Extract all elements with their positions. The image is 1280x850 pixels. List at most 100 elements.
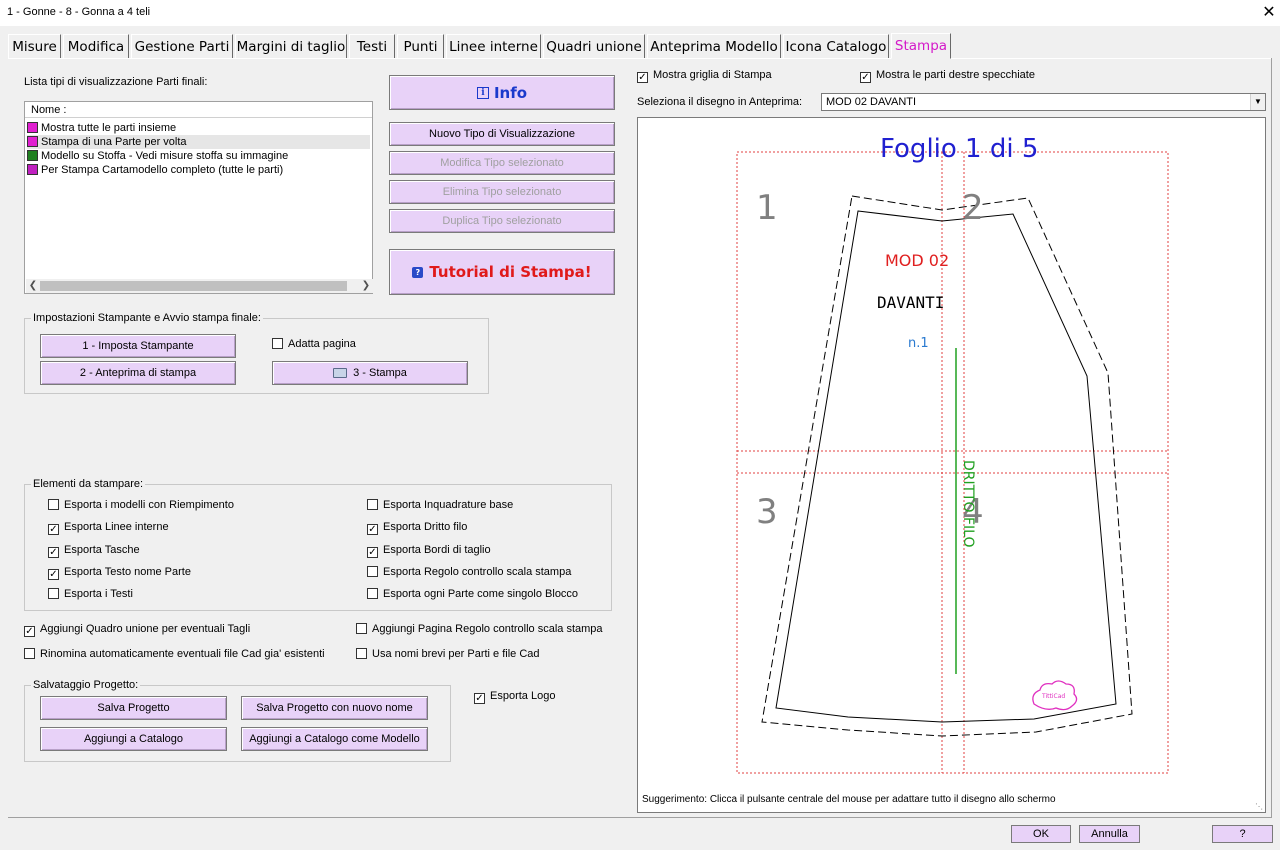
list-item-label: Stampa di una Parte per volta — [41, 136, 187, 148]
checkbox-box[interactable] — [48, 499, 59, 510]
checkbox-box[interactable] — [367, 565, 378, 577]
checkbox-box[interactable] — [272, 338, 283, 349]
view-types-list[interactable]: Nome : Mostra tutte le parti insieme Stam… — [24, 101, 373, 294]
print-element-checkbox[interactable]: ✓ Esporta Tasche — [48, 543, 140, 558]
group-title: Salvataggio Progetto: — [31, 679, 141, 691]
print-element-checkbox[interactable]: Esporta i modelli con Riempimento — [48, 498, 234, 512]
checkbox-label: Esporta Inquadrature base — [383, 499, 514, 511]
list-header[interactable]: Nome : — [25, 102, 372, 118]
tab-testi[interactable]: Testi — [349, 34, 395, 58]
checkbox-label: Aggiungi Quadro unione per eventuali Tag… — [40, 623, 251, 635]
checkbox-box[interactable]: ✓ — [474, 693, 485, 704]
duplicate-view-type-button[interactable]: Duplica Tipo selezionato — [389, 209, 615, 233]
short-names-checkbox[interactable]: Usa nomi brevi per Parti e file Cad — [356, 647, 540, 661]
chevron-down-icon[interactable]: ▼ — [1250, 94, 1265, 110]
print-element-checkbox[interactable]: Esporta Inquadrature base — [367, 498, 513, 512]
tab-linee-interne[interactable]: Linee interne — [446, 34, 541, 58]
group-title: Impostazioni Stampante e Avvio stampa fi… — [31, 312, 263, 324]
print-element-checkbox[interactable]: Esporta Regolo controllo scala stampa — [367, 565, 571, 579]
edit-view-type-button[interactable]: Modifica Tipo selezionato — [389, 151, 615, 175]
list-item[interactable]: Per Stampa Cartamodello completo (tutte … — [27, 163, 370, 177]
add-to-catalog-button[interactable]: Aggiungi a Catalogo — [40, 727, 227, 751]
print-element-checkbox[interactable]: Esporta ogni Parte come singolo Blocco — [367, 587, 578, 601]
checkbox-box[interactable]: ✓ — [367, 546, 378, 558]
list-item[interactable]: Mostra tutte le parti insieme — [27, 121, 370, 135]
resize-grip-icon[interactable]: ⋱ — [1255, 802, 1265, 812]
checkbox-box[interactable]: ✓ — [367, 524, 378, 536]
checkbox-label: Esporta Tasche — [64, 543, 140, 556]
help-button[interactable]: ? — [1212, 825, 1273, 843]
checkbox-label: Esporta Regolo controllo scala stampa — [383, 565, 572, 578]
checkbox-box[interactable] — [367, 499, 378, 510]
title-bar: 1 - Gonne - 8 - Gonna a 4 teli ✕ — [0, 0, 1280, 26]
checkbox-box[interactable] — [48, 588, 59, 600]
add-to-catalog-as-model-button[interactable]: Aggiungi a Catalogo come Modello — [241, 727, 428, 751]
pattern-outline — [775, 210, 1117, 723]
checkbox-box[interactable]: ✓ — [637, 72, 648, 83]
print-preview-button[interactable]: 2 - Anteprima di stampa — [40, 361, 236, 385]
checkbox-label: Esporta i Testi — [64, 588, 133, 601]
drawing-select[interactable]: MOD 02 DAVANTI ▼ — [821, 93, 1266, 111]
print-tutorial-button[interactable]: ? Tutorial di Stampa! — [389, 249, 615, 295]
group-title: Elementi da stampare: — [31, 478, 146, 490]
mirror-right-parts-checkbox[interactable]: ✓ Mostra le parti destre specchiate — [860, 68, 1035, 83]
grain-label: DRITTO FILO — [960, 460, 976, 548]
page-number: 3 — [756, 492, 778, 532]
horizontal-scrollbar[interactable]: ❮ ❯ — [26, 279, 373, 293]
new-view-type-button[interactable]: Nuovo Tipo di Visualizzazione — [389, 122, 615, 146]
close-icon[interactable]: ✕ — [1258, 2, 1280, 24]
tab-misure[interactable]: Misure — [8, 34, 61, 58]
checkbox-label: Esporta Logo — [490, 690, 556, 702]
logo: TittiCad — [1032, 680, 1078, 711]
print-element-checkbox[interactable]: ✓ Esporta Linee interne — [48, 520, 169, 536]
ok-button[interactable]: OK — [1011, 825, 1071, 843]
list-item[interactable]: Stampa di una Parte per volta — [27, 135, 370, 149]
checkbox-label: Aggiungi Pagina Regolo controllo scala s… — [372, 623, 603, 635]
checkbox-label: Esporta i modelli con Riempimento — [64, 499, 234, 511]
save-project-button[interactable]: Salva Progetto — [40, 696, 227, 720]
tab-anteprima-modello[interactable]: Anteprima Modello — [647, 34, 781, 58]
checkbox-box[interactable] — [356, 623, 367, 634]
export-logo-checkbox[interactable]: ✓ Esporta Logo — [474, 689, 556, 704]
view-type-icon — [27, 150, 38, 161]
page-number: 2 — [962, 188, 984, 228]
printer-setup-button[interactable]: 1 - Imposta Stampante — [40, 334, 236, 358]
list-item[interactable]: Modello su Stoffa - Vedi misure stoffa s… — [27, 149, 370, 163]
scroll-left-icon[interactable]: ❮ — [26, 279, 40, 293]
tab-icona-catalogo[interactable]: Icona Catalogo — [783, 34, 889, 58]
delete-view-type-button[interactable]: Elimina Tipo selezionato — [389, 180, 615, 204]
print-element-checkbox[interactable]: ✓ Esporta Bordi di taglio — [367, 543, 491, 558]
print-element-checkbox[interactable]: Esporta i Testi — [48, 587, 133, 601]
checkbox-box[interactable] — [356, 648, 367, 659]
tab-quadri-unione[interactable]: Quadri unione — [543, 34, 645, 58]
checkbox-box[interactable]: ✓ — [48, 568, 59, 580]
info-button[interactable]: i Info — [389, 75, 615, 110]
cancel-button[interactable]: Annulla — [1079, 825, 1140, 843]
checkbox-box[interactable]: ✓ — [48, 524, 59, 536]
checkbox-label: Rinomina automaticamente eventuali file … — [40, 648, 325, 660]
save-as-button[interactable]: Salva Progetto con nuovo nome — [241, 696, 428, 720]
checkbox-box[interactable] — [367, 588, 378, 600]
checkbox-box[interactable] — [24, 648, 35, 659]
print-preview-canvas[interactable]: TittiCad Foglio 1 di 5 1 2 3 4 MOD 02 DA… — [637, 117, 1266, 813]
tab-punti[interactable]: Punti — [397, 34, 444, 58]
list-item-label: Per Stampa Cartamodello completo (tutte … — [41, 164, 284, 176]
scroll-right-icon[interactable]: ❯ — [359, 279, 373, 293]
print-element-checkbox[interactable]: ✓ Esporta Testo nome Parte — [48, 565, 191, 580]
checkbox-box[interactable]: ✓ — [48, 546, 59, 558]
help-icon: ? — [412, 266, 424, 278]
tab-margini-di-taglio[interactable]: Margini di taglio — [235, 34, 347, 58]
tab-stampa[interactable]: Stampa — [891, 33, 951, 59]
print-element-checkbox[interactable]: ✓ Esporta Dritto filo — [367, 520, 467, 536]
checkbox-box[interactable]: ✓ — [860, 72, 871, 83]
fit-page-checkbox[interactable]: Adatta pagina — [272, 337, 356, 351]
scroll-thumb[interactable] — [40, 281, 347, 291]
rename-cad-files-checkbox[interactable]: Rinomina automaticamente eventuali file … — [24, 647, 325, 661]
checkbox-box[interactable]: ✓ — [24, 626, 35, 637]
show-print-grid-checkbox[interactable]: ✓ Mostra griglia di Stampa — [637, 68, 772, 83]
tab-gestione-parti[interactable]: Gestione Parti — [131, 34, 233, 58]
tab-modifica[interactable]: Modifica — [63, 34, 129, 58]
add-joint-frame-checkbox[interactable]: ✓ Aggiungi Quadro unione per eventuali Ta… — [24, 622, 251, 637]
print-button[interactable]: 3 - Stampa — [272, 361, 468, 385]
add-ruler-page-checkbox[interactable]: Aggiungi Pagina Regolo controllo scala s… — [356, 622, 603, 636]
